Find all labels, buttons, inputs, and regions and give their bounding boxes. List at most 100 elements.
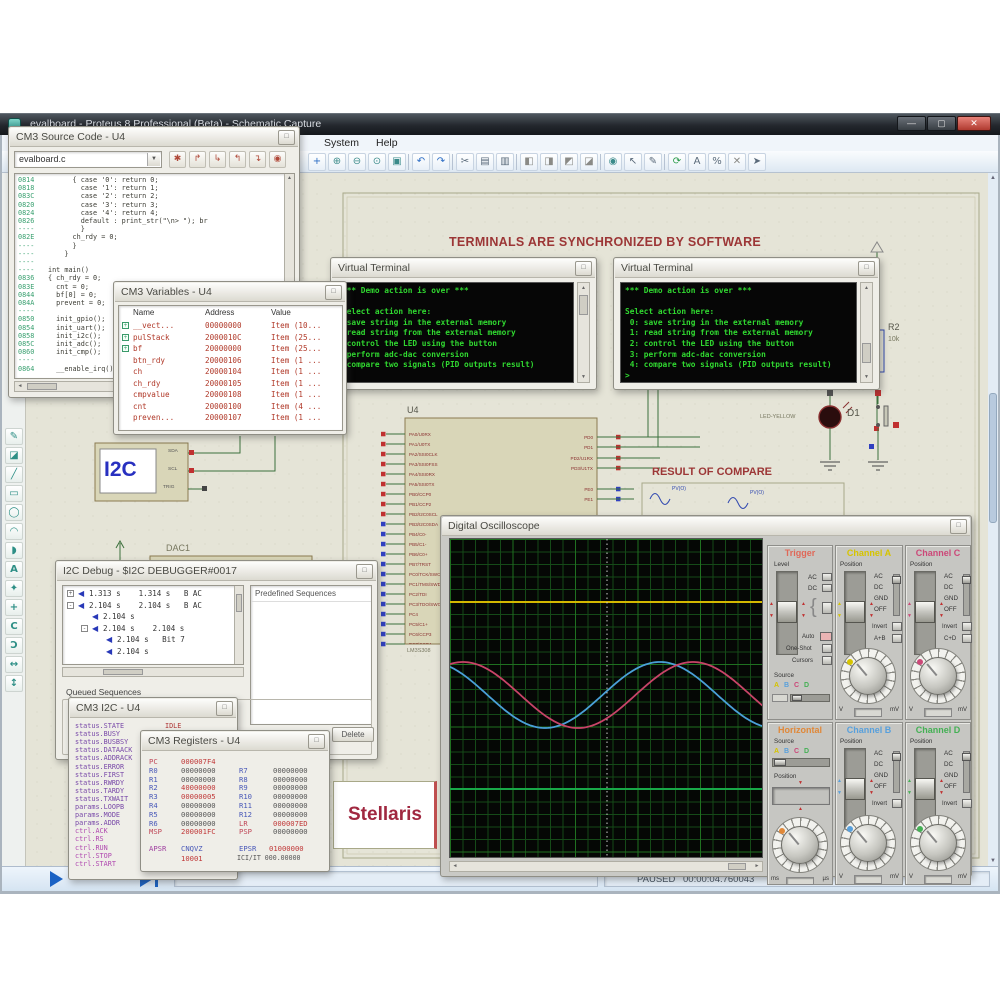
variable-name[interactable]: ch	[133, 367, 142, 376]
cm3-i2c-titlebar[interactable]: CM3 I2C - U4	[70, 699, 236, 718]
source-channel-c[interactable]: C	[794, 748, 799, 755]
virtual-terminal-1-window[interactable]: Virtual Terminal □ *** Demo action is ov…	[330, 257, 597, 390]
position-slider-thumb[interactable]	[845, 601, 865, 623]
scroll-right-icon[interactable]: ►	[752, 862, 762, 871]
run-to-cursor-icon[interactable]: ↴	[249, 151, 266, 168]
rotate-cw-icon[interactable]: C	[5, 618, 23, 635]
pencil-tool-icon[interactable]: ✎	[5, 428, 23, 445]
coupling-thumb[interactable]	[892, 753, 901, 761]
i2c-register-name[interactable]: status.STATE	[75, 722, 124, 730]
sum-button[interactable]	[962, 634, 972, 643]
cursors-button[interactable]	[822, 656, 832, 665]
hscroll-thumb[interactable]	[103, 669, 143, 675]
circle-tool-icon[interactable]: ◯	[5, 504, 23, 521]
i2c-register-name[interactable]: status.TARDY	[75, 787, 124, 795]
path-tool-icon[interactable]: ◗	[5, 542, 23, 559]
i2c-register-name[interactable]: params.LOOPB	[75, 803, 124, 811]
hscroll-thumb[interactable]	[27, 383, 57, 390]
coupling-thumb[interactable]	[962, 576, 971, 584]
block-rotate-icon[interactable]: ◩	[560, 153, 578, 171]
play-button[interactable]	[50, 871, 63, 887]
scroll-thumb[interactable]	[862, 343, 871, 363]
arc-tool-icon[interactable]: ◠	[5, 523, 23, 540]
virtual-terminal-1-titlebar[interactable]: Virtual Terminal	[332, 259, 595, 278]
scroll-up-icon[interactable]: ▲	[988, 173, 998, 183]
step-out-icon[interactable]: ↰	[229, 151, 246, 168]
close-icon[interactable]: □	[858, 261, 875, 276]
close-icon[interactable]: □	[356, 564, 373, 579]
text-tool-icon[interactable]: A	[5, 561, 23, 578]
source-channel-a[interactable]: A	[774, 682, 779, 689]
schematic-vscrollbar[interactable]: ▲ ▼	[988, 173, 998, 866]
source-channel-d[interactable]: D	[804, 748, 809, 755]
cut-icon[interactable]: ✂	[456, 153, 474, 171]
tree-item[interactable]: 1.313 s 1.314 s B AC	[89, 589, 202, 598]
mirror-y-icon[interactable]: ↕	[5, 675, 23, 692]
zoom-in-icon[interactable]: ⊕	[328, 153, 346, 171]
search-icon[interactable]: ◉	[604, 153, 622, 171]
close-icon[interactable]: □	[950, 519, 967, 534]
delete-icon[interactable]: ✕	[728, 153, 746, 171]
scroll-left-icon[interactable]: ◄	[15, 382, 25, 391]
source-channel-b[interactable]: B	[784, 682, 789, 689]
i2c-register-name[interactable]: status.DATAACK	[75, 746, 132, 754]
tree-expand-icon[interactable]: -	[67, 602, 74, 609]
virtual-terminal-2-window[interactable]: Virtual Terminal □ *** Demo action is ov…	[613, 257, 880, 390]
scroll-up-icon[interactable]: ▲	[578, 283, 589, 293]
chevron-down-icon[interactable]: ▼	[147, 153, 160, 166]
scroll-left-icon[interactable]: ◄	[450, 862, 460, 871]
i2c-register-name[interactable]: ctrl.START	[75, 860, 116, 868]
variable-name[interactable]: ch_rdy	[133, 379, 160, 388]
i2c-register-name[interactable]: params.MODE	[75, 811, 120, 819]
edge-button[interactable]	[822, 602, 832, 614]
i2c-register-name[interactable]: status.RWRDY	[75, 779, 124, 787]
ac-button[interactable]	[822, 573, 832, 581]
oscilloscope-titlebar[interactable]: Digital Oscilloscope	[442, 517, 970, 536]
variable-name[interactable]: cnt	[133, 402, 147, 411]
scroll-down-icon[interactable]: ▼	[861, 372, 872, 382]
tree-item[interactable]: 2.104 s	[103, 612, 135, 621]
copy-icon[interactable]: ▤	[476, 153, 494, 171]
block-copy-icon[interactable]: ◧	[520, 153, 538, 171]
menu-item-help[interactable]: Help	[376, 137, 398, 149]
oscilloscope-window[interactable]: Digital Oscilloscope □ ◄ ► TriggerLevel▲…	[440, 515, 972, 877]
variables-window-titlebar[interactable]: CM3 Variables - U4	[115, 283, 345, 302]
percent-icon[interactable]: %	[708, 153, 726, 171]
column-header-value[interactable]: Value	[271, 308, 291, 317]
close-icon[interactable]: □	[325, 285, 342, 300]
column-header-name[interactable]: Name	[133, 308, 154, 317]
coupling-thumb[interactable]	[892, 576, 901, 584]
auto-button[interactable]	[820, 632, 832, 641]
variable-name[interactable]: cmpvalue	[133, 390, 170, 399]
run-icon[interactable]: ✱	[169, 151, 186, 168]
terminal-vscrollbar[interactable]: ▲ ▼	[577, 282, 590, 383]
redo-icon[interactable]: ↷	[432, 153, 450, 171]
step-over-icon[interactable]: ↱	[189, 151, 206, 168]
variables-window[interactable]: CM3 Variables - U4 □ Name Address Value …	[113, 281, 347, 435]
block-move-icon[interactable]: ◨	[540, 153, 558, 171]
i2c-register-name[interactable]: ctrl.RS	[75, 835, 104, 843]
zoom-out-icon[interactable]: ⊖	[348, 153, 366, 171]
box-tool-icon[interactable]: ▭	[5, 485, 23, 502]
i2c-register-name[interactable]: ctrl.RUN	[75, 844, 108, 852]
scroll-up-icon[interactable]: ▲	[861, 283, 872, 293]
tree-item[interactable]: 2.104 s Bit 7	[117, 635, 185, 644]
menu-item-system[interactable]: System	[324, 137, 359, 149]
step-into-icon[interactable]: ↳	[209, 151, 226, 168]
scroll-down-icon[interactable]: ▼	[988, 856, 998, 866]
i2c-register-name[interactable]: status.ERROR	[75, 763, 124, 771]
hscroll-thumb[interactable]	[728, 863, 746, 870]
close-icon[interactable]: □	[575, 261, 592, 276]
expand-icon[interactable]: +	[122, 345, 129, 352]
terminal-screen[interactable]: *** Demo action is over ***Select action…	[337, 282, 574, 383]
tree-vscrollbar[interactable]	[234, 586, 243, 664]
line-tool-icon[interactable]: ╱	[5, 466, 23, 483]
tree-expand-icon[interactable]: +	[67, 590, 74, 597]
expand-icon[interactable]: +	[122, 322, 129, 329]
dc-button[interactable]	[822, 584, 832, 592]
oscilloscope-hscrollbar[interactable]: ◄ ►	[449, 861, 763, 872]
source-channel-d[interactable]: D	[804, 682, 809, 689]
position-slider-thumb[interactable]	[915, 601, 935, 623]
variable-name[interactable]: btn_rdy	[133, 356, 165, 365]
zoom-area-icon[interactable]: ▣	[388, 153, 406, 171]
